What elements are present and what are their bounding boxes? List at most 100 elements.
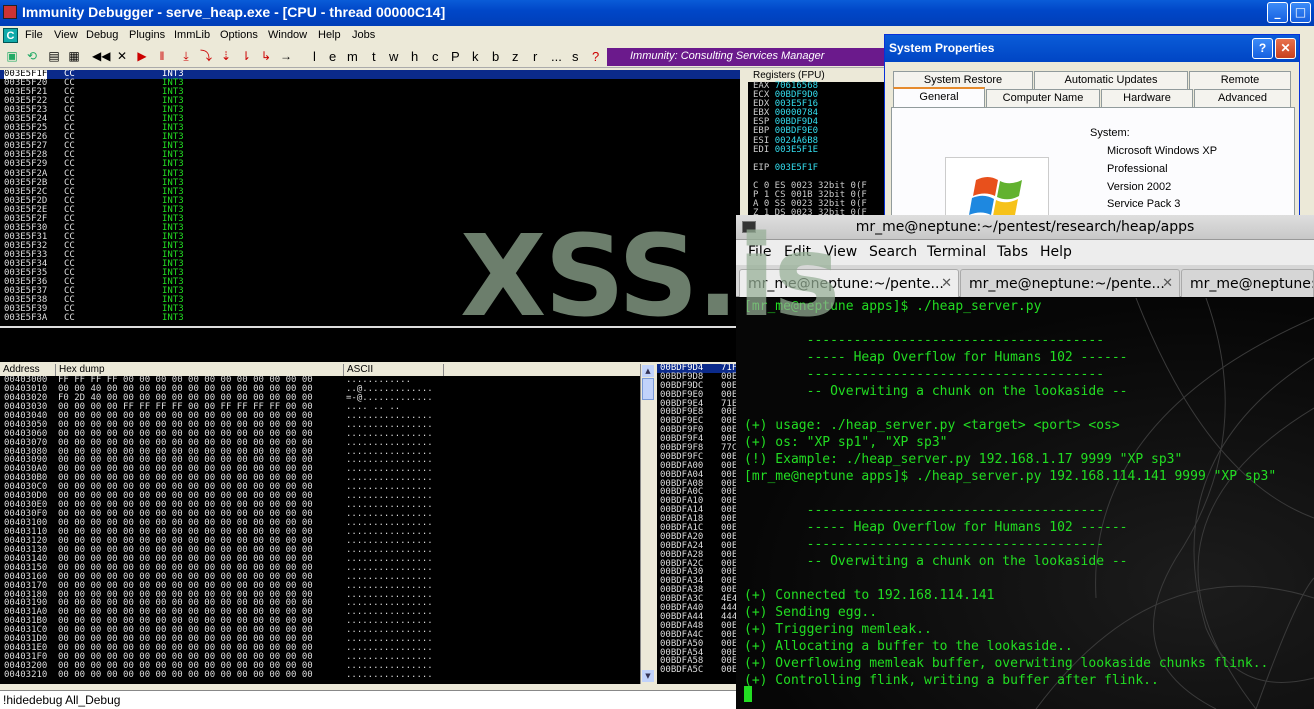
disasm-row[interactable]: 003E5F26 CC INT3 [0,133,740,142]
term-menu-view[interactable]: View [824,244,857,260]
toolbar-w[interactable]: w [389,49,398,64]
scroll-up-icon[interactable]: ▲ [642,365,654,377]
open-icon[interactable]: ▣ [4,48,20,64]
debugger-titlebar[interactable]: Immunity Debugger - serve_heap.exe - [CP… [0,0,1314,26]
tab-automatic-updates[interactable]: Automatic Updates [1034,71,1188,89]
menu-immlib[interactable]: ImmLib [174,29,210,41]
toolbar-l[interactable]: l [313,49,316,64]
disasm-row[interactable]: 003E5F36 CC INT3 [0,278,740,287]
disasm-row[interactable]: 003E5F31 CC INT3 [0,232,740,242]
disasm-row[interactable]: 003E5F24 CC INT3 [0,115,740,124]
help-button[interactable]: ? [1252,38,1273,59]
modules-icon[interactable]: ▤ [46,48,62,64]
dump-row[interactable]: 00403210 00 00 00 00 00 00 00 00 00 00 00… [0,670,640,680]
menu-window[interactable]: Window [268,29,307,41]
toolbar-dots[interactable]: ... [551,49,562,64]
menu-options[interactable]: Options [220,29,258,41]
disasm-row[interactable]: 003E5F2B CC INT3 [0,178,740,188]
disasm-row[interactable]: 003E5F2D CC INT3 [0,196,740,206]
toolbar-p[interactable]: P [451,49,460,64]
terminal-tab[interactable]: mr_me@neptune:~/pente... [1181,269,1314,297]
dump-col-hex[interactable]: Hex dump [56,364,344,376]
term-menu-help[interactable]: Help [1040,244,1072,260]
toolbar-r[interactable]: r [533,49,537,64]
toolbar-t[interactable]: t [372,49,376,64]
toolbar-help[interactable]: ? [592,49,599,64]
toolbar-h[interactable]: h [411,49,418,64]
sysprops-titlebar[interactable]: System Properties ? ✕ [885,35,1299,62]
maximize-button[interactable]: □ [1290,2,1311,23]
scroll-down-icon[interactable]: ▼ [642,670,654,682]
menu-view[interactable]: View [54,29,78,41]
terminal-tab[interactable]: mr_me@neptune:~/pente... ✕ [960,269,1180,297]
trace-over-icon[interactable]: ⇂ [238,48,254,64]
minimize-button[interactable]: _ [1267,2,1288,23]
term-menu-edit[interactable]: Edit [784,244,811,260]
tab-advanced[interactable]: Advanced [1194,89,1291,107]
execute-till-return-icon[interactable]: ↳ [258,48,274,64]
disasm-row[interactable]: 003E5F25 CC INT3 [0,124,740,133]
disasm-row[interactable]: 003E5F2F CC INT3 [0,214,740,224]
terminal-output[interactable]: [mr_me@neptune apps]$ ./heap_server.py -… [736,298,1314,709]
run-icon[interactable]: ▶ [134,48,150,64]
disasm-row[interactable]: 003E5F1F CC INT3 [0,70,740,80]
toolbar-m[interactable]: m [347,49,358,64]
dump-col-ascii[interactable]: ASCII [344,364,444,376]
menu-help[interactable]: Help [318,29,341,41]
toolbar-s[interactable]: s [572,49,579,64]
close-button[interactable]: ✕ [1275,38,1296,59]
disassembly-pane[interactable]: 003E5F1F CC INT3 003E5F20 CC INT3 003E5F21 CC IN… [0,70,740,326]
disasm-row[interactable]: 003E5F28 CC INT3 [0,151,740,160]
dump-col-address[interactable]: Address [0,364,56,376]
cpu-window-icon[interactable]: C [3,28,18,43]
disasm-row[interactable]: 003E5F34 CC INT3 [0,259,740,269]
disasm-row[interactable]: 003E5F27 CC INT3 [0,142,740,151]
tab-general[interactable]: General [893,87,985,107]
toolbar-b[interactable]: b [492,49,499,64]
disasm-row[interactable]: 003E5F20 CC INT3 [0,78,740,88]
toolbar-c[interactable]: c [432,49,439,64]
scroll-thumb[interactable] [642,378,654,400]
terminal-tab[interactable]: mr_me@neptune:~/pente... ✕ [739,269,959,297]
term-menu-tabs[interactable]: Tabs [997,244,1028,260]
disasm-row[interactable]: 003E5F23 CC INT3 [0,106,740,115]
dump-scrollbar[interactable]: ▲ ▼ [640,364,654,684]
disasm-row[interactable]: 003E5F22 CC INT3 [0,97,740,106]
step-over-icon[interactable]: ⤵ [198,48,214,64]
disasm-row[interactable]: 003E5F39 CC INT3 [0,305,740,314]
tab-close-icon[interactable]: ✕ [941,276,952,291]
disasm-row[interactable]: 003E5F38 CC INT3 [0,296,740,305]
toolbar-e[interactable]: e [329,49,336,64]
step-into-icon[interactable]: ⤓ [178,48,194,64]
toolbar-z[interactable]: z [512,49,519,64]
disasm-row[interactable]: 003E5F32 CC INT3 [0,241,740,251]
menu-debug[interactable]: Debug [86,29,118,41]
term-menu-search[interactable]: Search [869,244,917,260]
disasm-row[interactable]: 003E5F2E CC INT3 [0,205,740,215]
stack-pane[interactable]: 00BDF9D4 71F 00BDF9D8 00E 00BDF9DC 00E 00BDF9E… [657,364,740,684]
info-pane[interactable] [0,326,740,362]
register-row[interactable]: EIP 003E5F1F [748,163,888,173]
disasm-row[interactable]: 003E5F21 CC INT3 [0,88,740,97]
pause-icon[interactable]: ‖ [154,48,170,64]
menu-jobs[interactable]: Jobs [352,29,375,41]
close-debuggee-icon[interactable]: ✕ [114,48,130,64]
register-row[interactable]: EDI 003E5F1E [748,145,888,155]
disasm-row[interactable]: 003E5F29 CC INT3 [0,160,740,169]
disasm-row[interactable]: 003E5F3A CC INT3 [0,314,740,323]
disasm-row[interactable]: 003E5F30 CC INT3 [0,223,740,233]
toolbar-k[interactable]: k [472,49,479,64]
terminal-titlebar[interactable]: mr_me@neptune:~/pentest/research/heap/ap… [736,215,1314,240]
tab-remote[interactable]: Remote [1189,71,1291,89]
tab-close-icon[interactable]: ✕ [1162,276,1173,291]
disasm-row[interactable]: 003E5F35 CC INT3 [0,268,740,278]
stack-row[interactable]: 00BDFA5C 00E [657,666,740,675]
command-input[interactable]: !hidedebug All_Debug [0,690,740,709]
menu-file[interactable]: File [25,29,43,41]
disasm-row[interactable]: 003E5F2C CC INT3 [0,187,740,197]
disasm-row[interactable]: 003E5F37 CC INT3 [0,287,740,296]
menu-plugins[interactable]: Plugins [129,29,165,41]
rewind-icon[interactable]: ◀◀ [92,48,110,64]
tab-hardware[interactable]: Hardware [1101,89,1193,107]
tab-computer-name[interactable]: Computer Name [986,89,1100,107]
